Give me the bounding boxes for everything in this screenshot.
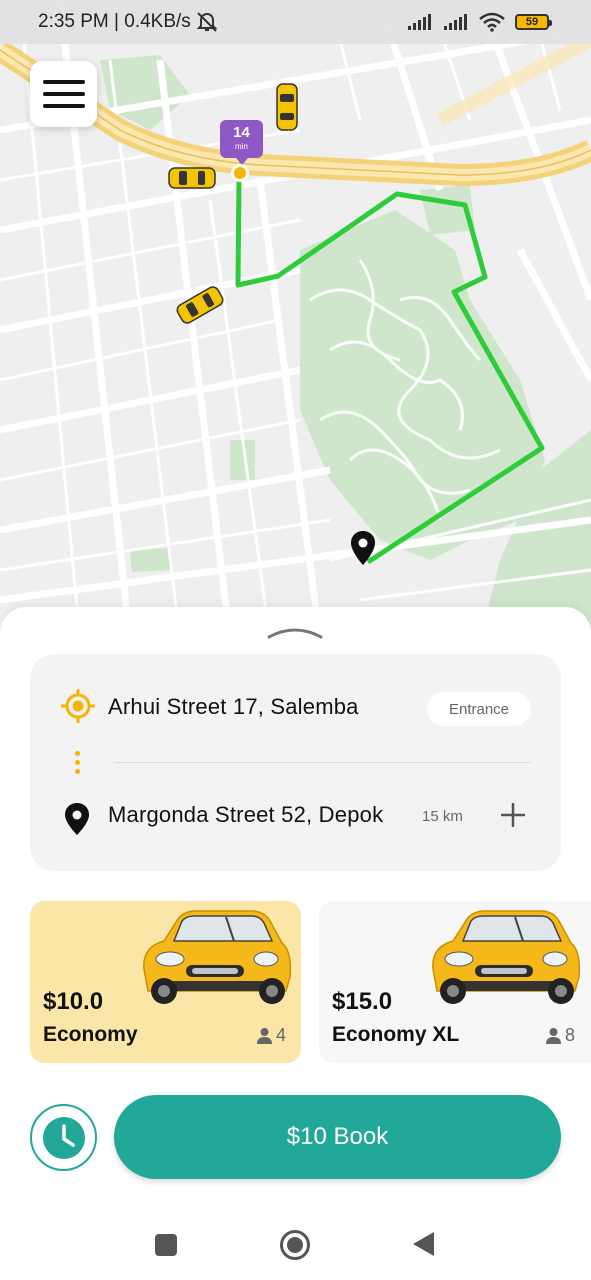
eta-unit: min bbox=[235, 142, 248, 151]
route-distance: 15 km bbox=[422, 808, 463, 825]
battery-icon: 59 bbox=[515, 14, 552, 30]
wifi-icon bbox=[479, 12, 505, 32]
eta-value: 14 bbox=[233, 124, 250, 141]
person-icon bbox=[546, 1028, 561, 1044]
plus-icon bbox=[501, 803, 525, 827]
status-bar: 2:35 PM | 0.4KB/s 59 bbox=[0, 0, 591, 44]
car-seats-count: 8 bbox=[565, 1025, 576, 1045]
clock-icon bbox=[42, 1116, 85, 1159]
status-right: 59 bbox=[407, 12, 552, 32]
taxi-icon bbox=[276, 83, 298, 131]
route-card: Arhui Street 17, Salemba Entrance Margon… bbox=[30, 654, 561, 871]
car-seats-count: 4 bbox=[276, 1025, 287, 1045]
bottom-sheet: Arhui Street 17, Salemba Entrance Margon… bbox=[0, 607, 591, 1280]
sheet-handle-chevron-up-icon[interactable] bbox=[267, 625, 323, 639]
car-image bbox=[143, 910, 292, 1004]
signal-icon bbox=[444, 14, 467, 30]
schedule-button[interactable] bbox=[30, 1104, 97, 1171]
pickup-marker bbox=[231, 164, 249, 182]
destination-pin-icon bbox=[65, 803, 89, 835]
car-name: Economy bbox=[43, 1023, 138, 1046]
status-left: 2:35 PM | 0.4KB/s bbox=[38, 11, 219, 33]
route-connector-dots bbox=[75, 751, 80, 778]
book-button[interactable]: $10 Book bbox=[114, 1095, 561, 1179]
taxi-icon bbox=[176, 286, 224, 324]
add-stop-button[interactable] bbox=[496, 798, 530, 832]
eta-badge: 14 min bbox=[220, 120, 263, 165]
car-seats: 4 bbox=[256, 1025, 286, 1046]
pickup-address[interactable]: Arhui Street 17, Salemba bbox=[108, 694, 359, 720]
destination-address[interactable]: Margonda Street 52, Depok bbox=[108, 802, 383, 828]
battery-level: 59 bbox=[525, 16, 539, 28]
car-price: $15.0 bbox=[332, 988, 393, 1015]
mute-bell-icon bbox=[196, 12, 218, 32]
status-time-speed: 2:35 PM | 0.4KB/s bbox=[38, 11, 191, 32]
route-divider bbox=[114, 762, 531, 763]
menu-button[interactable] bbox=[30, 61, 97, 127]
car-name: Economy XL bbox=[332, 1023, 460, 1046]
car-image bbox=[432, 910, 581, 1004]
taxi-icon bbox=[168, 167, 216, 189]
system-nav-bar bbox=[0, 1210, 591, 1280]
entrance-button[interactable]: Entrance bbox=[427, 692, 531, 726]
home-icon bbox=[287, 1237, 303, 1253]
destination-pin-icon bbox=[351, 531, 375, 565]
map-view[interactable]: 14 min bbox=[0, 0, 591, 640]
pickup-location-icon bbox=[61, 689, 95, 723]
person-icon bbox=[257, 1028, 272, 1044]
car-price: $10.0 bbox=[43, 988, 104, 1015]
signal-icon bbox=[408, 14, 431, 30]
home-button[interactable] bbox=[280, 1230, 310, 1260]
recents-button[interactable] bbox=[155, 1234, 177, 1256]
menu-icon bbox=[42, 80, 85, 108]
back-button[interactable] bbox=[413, 1232, 434, 1256]
car-option-economy[interactable]: $10.0 Economy 4 bbox=[30, 901, 301, 1063]
car-option-economy-xl[interactable]: $15.0 Economy XL 8 bbox=[319, 901, 591, 1063]
car-seats: 8 bbox=[545, 1025, 575, 1046]
